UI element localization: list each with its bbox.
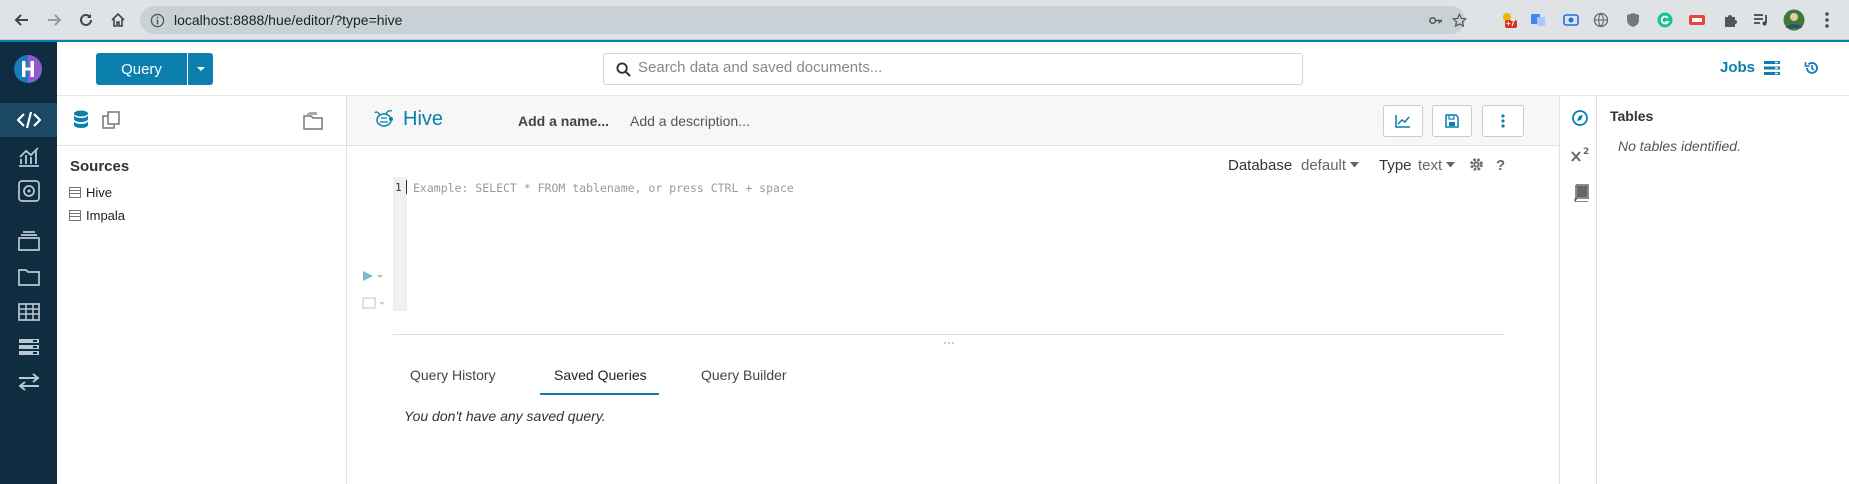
database-label: Database [1228,157,1293,174]
documents-icon[interactable] [102,111,122,129]
editor-resize-divider[interactable] [393,334,1505,335]
key-icon[interactable] [1428,13,1443,33]
compass-icon[interactable] [1572,110,1588,126]
shield-extension-icon[interactable] [1624,11,1642,29]
history-icon[interactable] [1804,60,1820,76]
assist-panel: Sources Hive Impala [57,96,347,484]
nav-indexes-icon[interactable] [16,335,42,359]
type-label: Type [1379,157,1412,174]
type-select[interactable]: text [1418,157,1442,174]
folder-open-icon[interactable] [303,112,325,130]
hive-bee-icon [374,109,393,127]
database-icon[interactable] [73,110,89,130]
editor-type-title: Hive [403,108,444,130]
query-dropdown-toggle[interactable] [188,53,213,85]
extension-badge: +7 [1506,19,1516,28]
source-table-icon [69,187,81,198]
query-name-field[interactable]: Add a name... [518,113,609,129]
hue-logo[interactable] [13,54,45,84]
execute-play-icon[interactable] [362,270,384,282]
more-options-button[interactable] [1482,105,1524,137]
grammarly-extension-icon[interactable] [1656,11,1674,29]
sources-title: Sources [70,158,130,175]
bookmark-star-icon[interactable] [1451,12,1468,33]
tables-title: Tables [1610,108,1654,124]
media-queue-icon[interactable] [1752,11,1770,29]
url-text: localhost:8888/hue/editor/?type=hive [174,12,403,28]
browser-toolbar: localhost:8888/hue/editor/?type=hive +7 [0,0,1849,40]
svg-text:2: 2 [1583,147,1589,157]
jobs-list-icon[interactable] [1764,61,1780,75]
nav-importer-icon[interactable] [16,370,42,394]
address-bar[interactable]: localhost:8888/hue/editor/?type=hive [140,6,1468,34]
screen-record-extension-icon[interactable] [1562,11,1580,29]
profile-avatar[interactable] [1783,9,1805,31]
tab-query-history[interactable]: Query History [410,367,496,383]
extensions-puzzle-icon[interactable] [1721,11,1739,29]
no-tables-message: No tables identified. [1618,138,1741,154]
nav-editor-icon[interactable] [0,103,57,137]
resize-handle-icon[interactable] [943,341,955,345]
tab-query-builder[interactable]: Query Builder [701,367,787,383]
tab-saved-queries[interactable]: Saved Queries [554,367,647,383]
source-item-hive[interactable]: Hive [69,185,112,200]
floppy-disk-icon [1445,114,1459,128]
source-item-impala[interactable]: Impala [69,208,125,223]
nav-files-icon[interactable] [16,265,42,289]
source-label: Hive [86,185,113,200]
forward-icon[interactable] [44,10,64,30]
database-select[interactable]: default [1301,157,1346,174]
right-assist-toolbar: 2 [1559,96,1597,484]
help-icon[interactable]: ? [1496,157,1505,174]
snippet-options-icon[interactable] [362,297,386,309]
query-description-field[interactable]: Add a description... [630,113,750,129]
settings-gear-icon[interactable] [1469,157,1484,172]
editor-gutter [393,177,407,311]
weather-extension-icon[interactable]: +7 [1499,11,1517,29]
nav-dashboard-icon[interactable] [16,145,42,169]
back-icon[interactable] [12,10,32,30]
functions-x2-icon[interactable]: 2 [1571,146,1591,162]
reload-icon[interactable] [76,10,96,30]
assist-panel-header [57,96,346,146]
hue-left-nav [0,42,57,484]
nav-tables-icon[interactable] [16,300,42,324]
info-icon[interactable] [150,13,165,33]
home-icon[interactable] [108,10,128,30]
database-caret-icon[interactable] [1350,162,1359,168]
search-icon [616,62,631,77]
line-number: 1 [395,181,402,194]
active-tab-indicator [540,393,659,395]
caret-down-icon [196,67,205,71]
nav-documents-icon[interactable] [16,229,42,253]
text-cursor [406,180,407,194]
browser-menu-icon[interactable] [1818,11,1836,29]
jobs-link[interactable]: Jobs [1720,59,1755,76]
chart-button[interactable] [1383,105,1423,137]
translate-extension-icon[interactable] [1529,11,1547,29]
editor-header: Hive Add a name... Add a description... [347,96,1559,146]
vertical-ellipsis-icon [1501,114,1505,128]
nav-scheduler-icon[interactable] [16,179,42,203]
book-icon[interactable] [1573,184,1589,202]
hue-top-bar: Query Jobs [57,42,1849,96]
save-button[interactable] [1432,105,1472,137]
source-label: Impala [86,208,126,223]
saved-queries-empty-message: You don't have any saved query. [404,408,606,424]
query-button[interactable]: Query [96,53,187,85]
search-input[interactable] [638,59,1288,76]
global-search[interactable] [603,53,1303,85]
globe-extension-icon[interactable] [1592,11,1610,29]
code-editor[interactable]: Example: SELECT * FROM tablename, or pre… [413,181,794,195]
line-chart-icon [1395,115,1410,128]
source-table-icon [69,210,81,221]
type-caret-icon[interactable] [1446,162,1455,168]
recorder-extension-icon[interactable] [1688,11,1706,29]
